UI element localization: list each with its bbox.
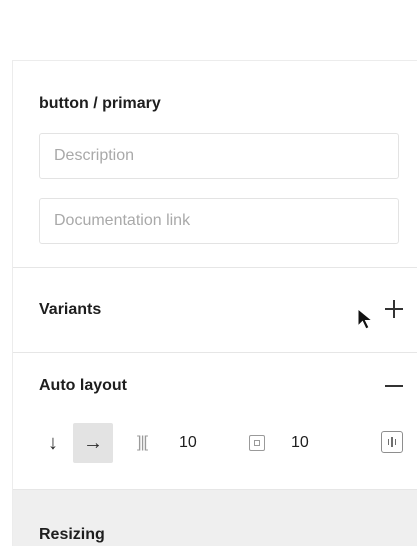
alignment-icon [387, 439, 390, 445]
auto-layout-section: Auto layout ↓ → ]|[ [13, 353, 417, 490]
add-variant-button[interactable] [379, 294, 409, 324]
spacing-between-icon: ]|[ [137, 434, 148, 451]
direction-vertical-button[interactable]: ↓ [33, 423, 73, 463]
description-input[interactable] [39, 133, 399, 179]
resizing-title: Resizing [39, 526, 105, 543]
auto-layout-title: Auto layout [39, 377, 127, 394]
arrow-right-icon: → [83, 431, 103, 454]
component-section: button / primary [13, 61, 417, 268]
direction-horizontal-button[interactable]: → [73, 423, 113, 463]
arrow-down-icon: ↓ [48, 431, 58, 454]
mouse-cursor-icon [357, 308, 374, 330]
variants-section: Variants [13, 268, 417, 353]
alignment-button[interactable] [381, 431, 403, 453]
spacing-between-input[interactable] [179, 431, 229, 455]
component-name: button / primary [39, 95, 161, 112]
design-panel: button / primary Variants Auto layout ↓ … [12, 60, 417, 546]
padding-icon [249, 423, 265, 463]
documentation-link-input[interactable] [39, 198, 399, 244]
remove-auto-layout-button[interactable] [379, 371, 409, 401]
padding-input[interactable] [291, 431, 341, 455]
variants-title: Variants [39, 301, 102, 318]
resizing-section: Resizing [13, 490, 417, 546]
auto-layout-controls: ↓ → ]|[ [13, 423, 417, 463]
